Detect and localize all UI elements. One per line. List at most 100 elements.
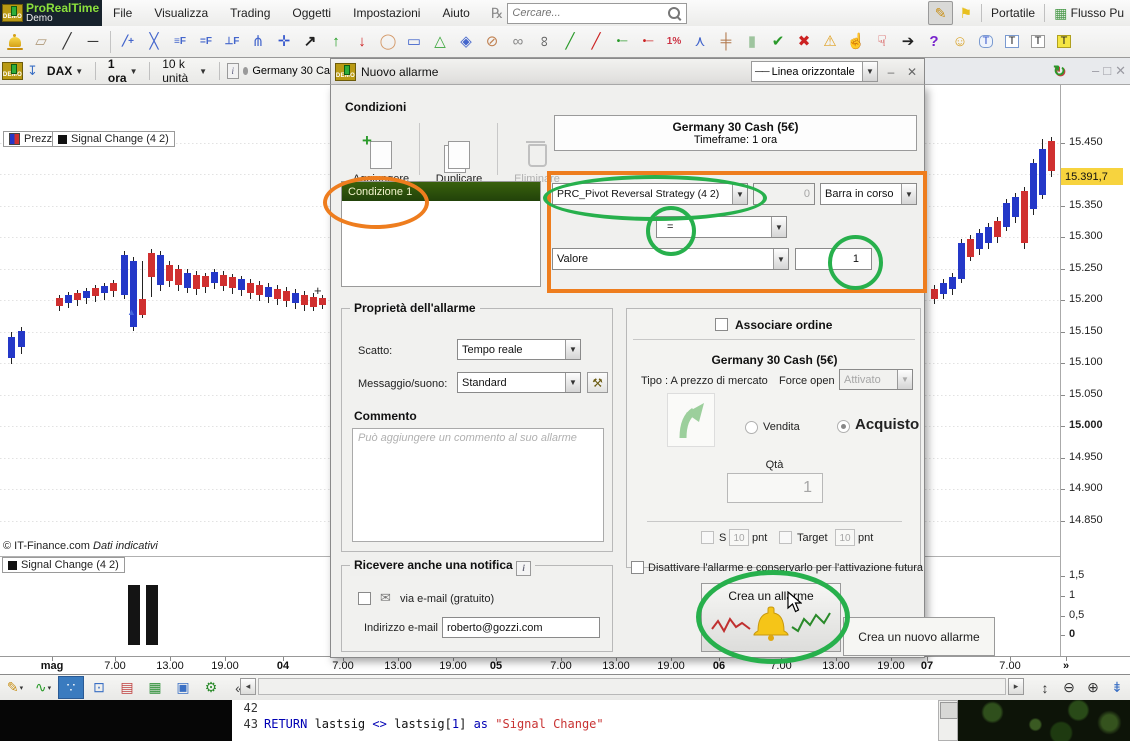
info-icon[interactable]: i [516,561,532,576]
email-checkbox[interactable] [358,592,371,605]
duplicate-condition-button[interactable]: Duplicare [423,117,495,185]
menu-aiuto[interactable]: Aiuto [431,0,480,26]
endpoint-line-green-icon[interactable]: •─ [609,28,635,56]
text-highlight-icon[interactable]: T [1051,28,1077,56]
draw-menu-icon[interactable]: ✎ ▾ [2,676,28,699]
ruler-icon[interactable]: ▱ [28,28,54,56]
trigger-selector[interactable]: Tempo reale ▼ [457,339,581,360]
dialog-minimize-button[interactable]: – [883,64,899,80]
news-icon[interactable]: ▤ [114,676,140,699]
portatile-button[interactable]: Portatile [985,2,1041,24]
vertical-zone-icon[interactable]: ▮ [739,28,765,56]
menu-visualizza[interactable]: Visualizza [143,0,219,26]
crossed-lines-icon[interactable]: ╳ [141,28,167,56]
menu-impostazioni[interactable]: Impostazioni [342,0,431,26]
horizontal-scrollbar[interactable] [258,678,1006,695]
force-open-selector[interactable]: Attivato ▼ [839,369,913,390]
email-address-input[interactable] [442,617,600,638]
line-style-selector[interactable]: ── Linea orizzontale ▼ [751,61,878,82]
units-selector[interactable]: 10 k unità ▼ [157,58,212,84]
check-icon[interactable]: ✔ [765,28,791,56]
endpoint-line-red-icon[interactable]: •─ [635,28,661,56]
horizontal-line-icon[interactable]: ─ [80,28,106,56]
horizontal-segment-plus-icon[interactable]: ╪ [713,28,739,56]
stop-points-input[interactable]: 10 [729,529,749,546]
message-sound-selector[interactable]: Standard ▼ [457,372,581,393]
timeframe-selector[interactable]: 1 ora ▼ [103,58,143,84]
target-points-input[interactable]: 10 [835,529,855,546]
alarm-bell-icon[interactable] [2,28,28,56]
dialog-titlebar[interactable]: DEMO Nuovo allarme ── Linea orizzontale … [330,58,925,85]
thumb-down-icon[interactable]: ☟ [869,28,895,56]
axis-more-button[interactable]: » [1063,660,1069,672]
thumb-up-icon[interactable]: ☝ [843,28,869,56]
flusso-button[interactable]: ▦ Flusso Pu [1048,2,1130,24]
trendline-icon[interactable]: ╱+ [115,28,141,56]
arrow-right-icon[interactable]: ➔ [895,28,921,56]
zoom-reset-icon[interactable]: ↕ [1032,676,1058,699]
segment-icon[interactable]: ╱ [54,28,80,56]
fib-time-icon[interactable]: ⊥F [219,28,245,56]
menu-trading[interactable]: Trading [219,0,281,26]
dialog-close-button[interactable]: ✕ [904,64,920,80]
instrument-selector[interactable]: DAX ▼ [42,61,88,81]
condition-item-selected[interactable]: Condizione 1 [342,182,540,201]
flag-button[interactable]: ⚑ [953,2,978,24]
value-input[interactable] [795,248,872,270]
menu-file[interactable]: File [102,0,143,26]
linked-circles-icon[interactable]: ∞ [505,28,531,56]
time-axis[interactable]: mag 7.00 13.00 19.00 04 7.00 13.00 19.00 05 7.00 1… [0,656,1130,674]
sound-settings-button[interactable]: ⚒ [587,372,608,393]
pin-icon[interactable]: ↧ [27,63,38,79]
refresh-icon[interactable]: ↻ [1053,62,1066,80]
share-icon[interactable]: ∵ [58,676,84,699]
fib-projection-icon[interactable]: =F [193,28,219,56]
bar-mode-selector[interactable]: Barra in corso ▼ [820,183,917,205]
line-green-icon[interactable]: ╱ [557,28,583,56]
question-icon[interactable]: ? [921,28,947,56]
window-close-button[interactable]: ✕ [1115,63,1126,79]
menu-oggetti[interactable]: Oggetti [281,0,342,26]
crossed-ellipse-icon[interactable]: ⊘ [479,28,505,56]
deactivate-alarm-checkbox[interactable] [631,561,644,574]
arrow-down-icon[interactable]: ↓ [349,28,375,56]
warning-icon[interactable]: ⚠ [817,28,843,56]
smiley-icon[interactable]: ☺ [947,28,973,56]
ellipse-icon[interactable]: ◯ [375,28,401,56]
info-icon[interactable]: i [226,63,239,79]
detach-window-icon[interactable]: ▣ [170,676,196,699]
quantity-input[interactable] [727,473,823,503]
line-red-icon[interactable]: ╱ [583,28,609,56]
add-condition-button[interactable]: Aggiungere [345,117,417,185]
period-field[interactable] [753,183,815,205]
zoom-in-icon[interactable]: ⊕ [1080,676,1106,699]
legend-signal-change-bottom[interactable]: Signal Change (4 2) [2,557,125,573]
code-scrollbar[interactable] [938,700,958,741]
search-icon[interactable] [668,7,681,19]
target-checkbox[interactable] [779,531,792,544]
scroll-right-button[interactable]: ▸ [1008,678,1024,695]
scroll-left-button[interactable]: ◂ [240,678,256,695]
detach-search-icon[interactable]: ℞ [491,5,504,22]
move-icon[interactable]: ✛ [271,28,297,56]
associate-order-checkbox[interactable] [715,318,728,331]
value-type-selector[interactable]: Valore ▼ [552,248,789,270]
arrow-ne-icon[interactable]: ↗ [297,28,323,56]
triangle-icon[interactable]: △ [427,28,453,56]
backtest-icon[interactable]: ▦ [142,676,168,699]
scrollbar-thumb[interactable] [940,702,958,719]
text-anchor-icon[interactable]: T [1025,28,1051,56]
drawing-mode-button[interactable]: ✎ [927,1,954,25]
indicator-selector[interactable]: PRC_Pivot Reversal Strategy (4 2) ▼ [552,183,748,205]
column-width-icon[interactable]: ⇟ [1104,676,1130,699]
legend-signal-change[interactable]: Signal Change (4 2) [52,131,175,147]
strategy-icon[interactable]: ⚙ [198,676,224,699]
arrow-up-icon[interactable]: ↑ [323,28,349,56]
chat-icon[interactable]: ⊡ [86,676,112,699]
fib-retracement-icon[interactable]: ≡F [167,28,193,56]
search-input[interactable] [508,7,667,19]
fan-lines-icon[interactable]: ⋏ [687,28,713,56]
code-editor[interactable]: 42 43 RETURN lastsig <> lastsig[1] as "Sig… [232,700,938,741]
comment-textarea[interactable] [352,428,604,542]
indicator-menu-icon[interactable]: ∿ ▾ [30,676,56,699]
